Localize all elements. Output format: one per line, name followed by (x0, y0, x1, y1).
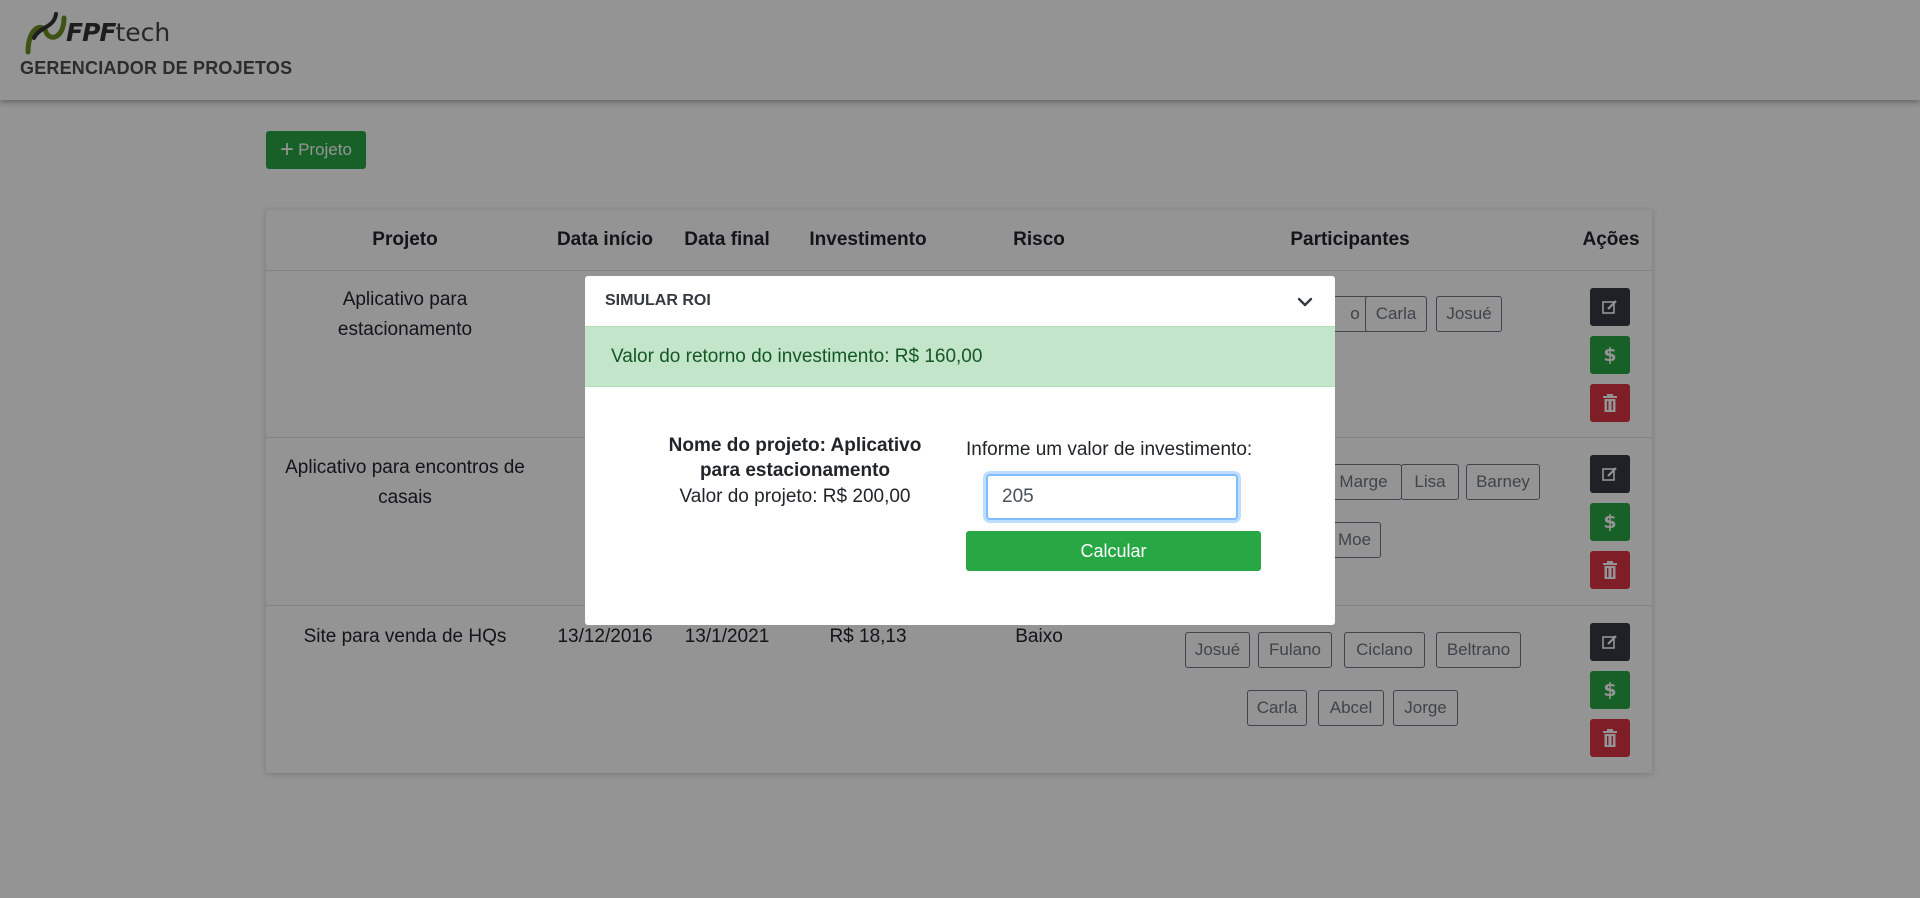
roi-result-alert: Valor do retorno do investimento: R$ 160… (585, 326, 1335, 387)
modal-header: SIMULAR ROI (585, 276, 1335, 327)
investment-label: Informe um valor de investimento: (966, 439, 1253, 460)
project-value-text: Valor do projeto: R$ 200,00 (679, 486, 911, 507)
chevron-down-icon[interactable] (1295, 292, 1315, 312)
investment-input[interactable] (986, 474, 1238, 520)
simulate-roi-modal: SIMULAR ROI Valor do retorno do investim… (585, 276, 1335, 625)
project-name-text: Nome do projeto: Aplicativo para estacio… (668, 435, 922, 481)
modal-title: SIMULAR ROI (605, 292, 711, 309)
calculate-button[interactable]: Calcular (966, 531, 1261, 571)
